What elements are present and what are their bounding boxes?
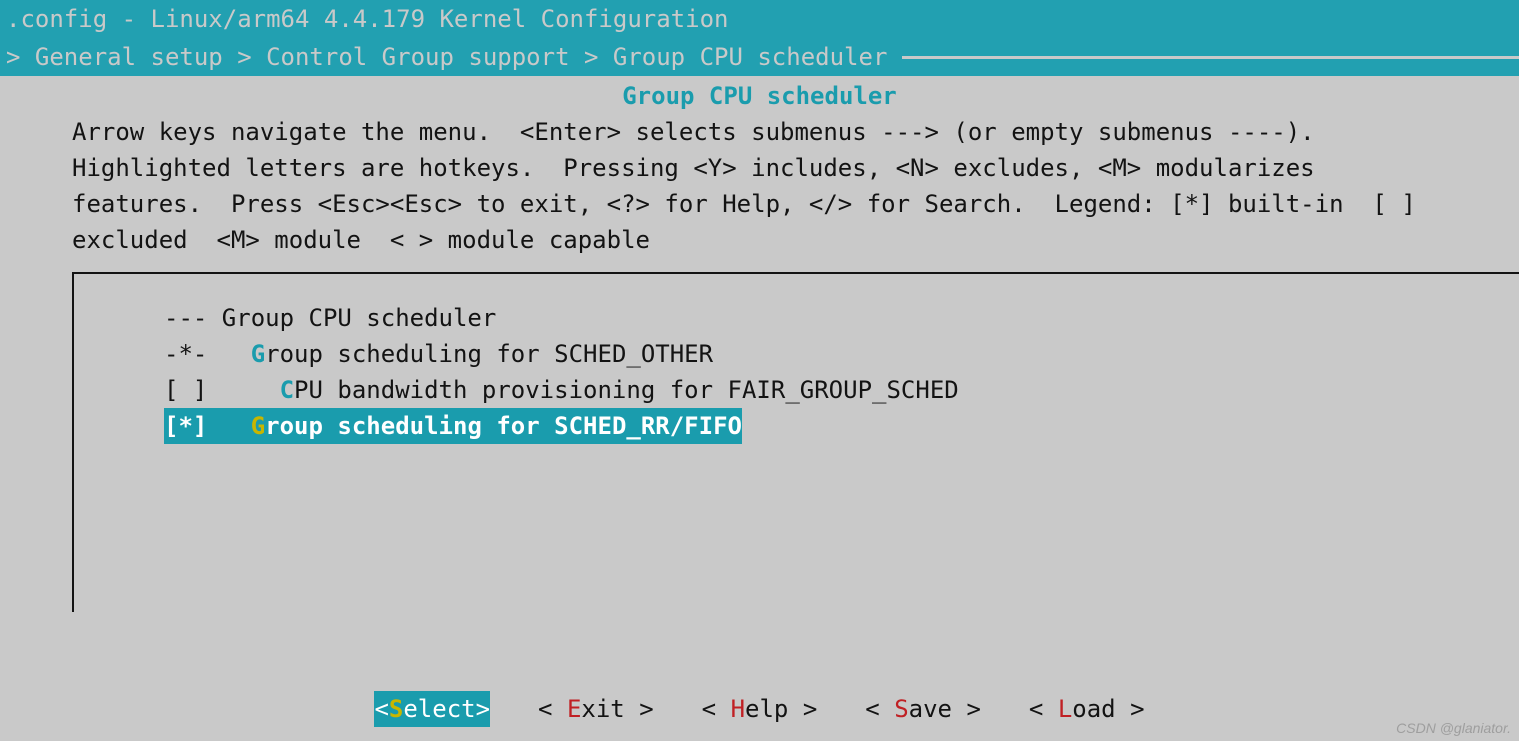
breadcrumb-bar: > General setup > Control Group support … bbox=[0, 38, 1519, 76]
menu-item-label: PU bandwidth provisioning for FAIR_GROUP… bbox=[294, 376, 959, 404]
menu-item-label: Group CPU scheduler bbox=[222, 304, 497, 332]
button-hotkey: L bbox=[1058, 695, 1072, 723]
menu-item-hotkey: G bbox=[251, 340, 265, 368]
menu-item-hotkey: G bbox=[251, 412, 265, 440]
menu-list: --- Group CPU scheduler-*- Group schedul… bbox=[72, 272, 1519, 444]
panel-title: Group CPU scheduler bbox=[0, 76, 1519, 114]
button-hotkey: S bbox=[389, 695, 403, 723]
menu-item-label: roup scheduling for SCHED_RR/FIFO bbox=[265, 412, 742, 440]
menu-item-0[interactable]: --- Group CPU scheduler bbox=[164, 300, 496, 336]
menu-area: --- Group CPU scheduler-*- Group schedul… bbox=[72, 272, 1519, 612]
button-hotkey: H bbox=[731, 695, 745, 723]
watermark: CSDN @glaniator. bbox=[1396, 718, 1511, 739]
button-label: xit bbox=[581, 695, 624, 723]
button-hotkey: S bbox=[894, 695, 908, 723]
load-button[interactable]: < Load > bbox=[1029, 691, 1145, 727]
help-button[interactable]: < Help > bbox=[702, 691, 818, 727]
menu-item-mark: -*- bbox=[164, 340, 251, 368]
menu-item-mark: [*] bbox=[164, 412, 251, 440]
menu-item-label: roup scheduling for SCHED_OTHER bbox=[265, 340, 713, 368]
menu-item-mark: [ ] bbox=[164, 376, 280, 404]
select-button[interactable]: <Select> bbox=[374, 691, 490, 727]
menu-item-1[interactable]: -*- Group scheduling for SCHED_OTHER bbox=[164, 336, 713, 372]
button-label: elect bbox=[403, 695, 475, 723]
breadcrumb: > General setup > Control Group support … bbox=[0, 38, 902, 76]
help-text: Arrow keys navigate the menu. <Enter> se… bbox=[0, 114, 1519, 258]
window-title: .config - Linux/arm64 4.4.179 Kernel Con… bbox=[0, 0, 1519, 38]
button-hotkey: E bbox=[567, 695, 581, 723]
menu-item-mark: --- bbox=[164, 304, 222, 332]
button-label: elp bbox=[745, 695, 788, 723]
button-label: oad bbox=[1072, 695, 1115, 723]
button-bar: <Select> < Exit > < Help > < Save > < Load > bbox=[0, 691, 1519, 727]
menu-item-2[interactable]: [ ] CPU bandwidth provisioning for FAIR_… bbox=[164, 372, 959, 408]
menu-item-hotkey: C bbox=[280, 376, 294, 404]
exit-button[interactable]: < Exit > bbox=[538, 691, 654, 727]
config-panel: Group CPU scheduler Arrow keys navigate … bbox=[0, 76, 1519, 741]
button-label: ave bbox=[909, 695, 952, 723]
save-button[interactable]: < Save > bbox=[865, 691, 981, 727]
menu-item-3[interactable]: [*] Group scheduling for SCHED_RR/FIFO bbox=[164, 408, 742, 444]
